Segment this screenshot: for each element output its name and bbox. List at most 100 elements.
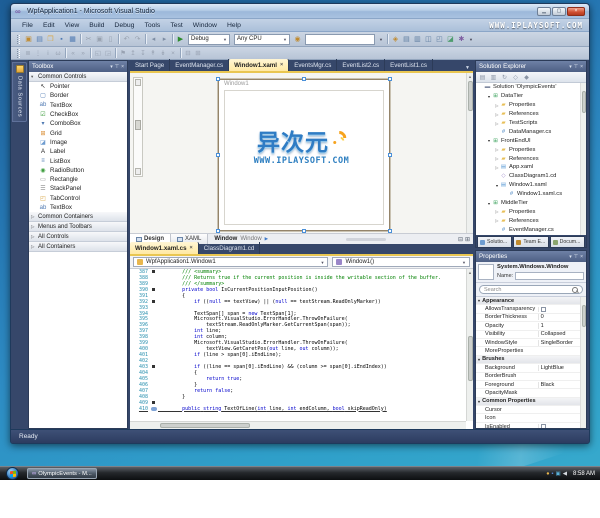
menu-build[interactable]: Build [84,22,109,29]
tab-window1-xaml-cs[interactable]: Window1.xaml.cs × [130,242,199,254]
solution-configuration-combo[interactable]: Debug ▼ [188,33,230,45]
close-tab-icon[interactable]: × [190,245,193,251]
messenger-icon[interactable]: ▪ [552,471,554,477]
save-all-button[interactable]: ▦ [67,34,78,45]
types-dropdown[interactable]: WpfApplication1.Window1 ▼ [133,257,329,267]
show-all-files-button[interactable]: ▥ [489,73,498,82]
navigate-backward-button[interactable]: ◂ [148,34,159,45]
tree-item-frontendui[interactable]: ▾ ⊞ FrontEndUI [476,136,586,145]
tree-scrollbar[interactable] [580,83,586,235]
refresh-button[interactable]: ↻ [500,73,509,82]
toolbox-item-border[interactable]: ▢ Border [29,91,127,100]
navigate-forward-button[interactable]: ▸ [159,34,170,45]
property-category-common-properties[interactable]: ▾ Common Properties [476,397,586,407]
tab-document-outline-tab[interactable]: Docum... [549,236,585,247]
minimize-button[interactable]: ▁ [537,6,551,16]
toolbox-section-all-controls[interactable]: ▷ All Controls [29,232,127,243]
property-category-appearance[interactable]: ▾ Appearance [476,297,586,306]
tree-item-references[interactable]: ▷ ▰ References [476,154,586,163]
toolbox-section-all-containers[interactable]: ▷ All Containers [29,242,127,253]
property-row-background[interactable]: Background LightBlue [476,364,586,373]
selection-handle[interactable] [302,77,306,81]
toolbar-grip[interactable] [17,48,20,58]
taskbar-button-vs[interactable]: ∞ OlympicEvents - M... [27,468,97,479]
tab-eventsmgr-cs[interactable]: EventsMgr.cs [289,59,338,71]
toolbox-item-textbox[interactable]: ab TextBox [29,203,127,212]
toolbox-window-button[interactable]: ◰ [434,34,445,45]
selection-handle[interactable] [302,229,306,233]
data-sources-tab[interactable]: Data Sources [12,62,27,123]
toolbox-item-grid[interactable]: ⊞ Grid [29,128,127,137]
property-row-foreground[interactable]: Foreground Black [476,381,586,390]
close-icon[interactable]: × [121,64,124,70]
property-value[interactable]: 1 [537,322,586,329]
property-value[interactable]: 0 [537,314,586,321]
close-icon[interactable]: × [580,254,583,260]
find-in-files-button[interactable]: ◈ [390,34,401,45]
tree-item-middletier[interactable]: ▾ ⊞ MiddleTier [476,199,586,208]
pin-icon[interactable]: ⊤ [574,64,578,70]
property-value[interactable]: Black [537,381,586,388]
open-file-button[interactable]: ❒ [45,34,56,45]
properties-header[interactable]: Properties ▾ ⊤ × [476,251,586,262]
menu-test[interactable]: Test [165,22,187,29]
next-bookmark-button[interactable]: ↧ [138,48,148,58]
add-new-item-button[interactable]: ▤ [34,34,45,45]
pin-icon[interactable]: ⊤ [115,64,119,70]
toolbox-item-label[interactable]: A Label [29,147,127,156]
tree-item-app-xaml[interactable]: ▷ ▤ App.xaml [476,163,586,172]
tree-item-window1-xaml-cs[interactable]: # Window1.xaml.cs [476,190,586,199]
tree-item-properties[interactable]: ▷ ▰ Properties [476,101,586,110]
view-code-button[interactable]: ◆ [522,73,531,82]
property-row-allowstransparency[interactable]: AllowsTransparency [476,305,586,314]
property-row-icon[interactable]: Icon [476,414,586,423]
cut-button[interactable]: ✂ [83,34,94,45]
toolbox-item-listbox[interactable]: ≡ ListBox [29,156,127,165]
toggle-outlining-button[interactable]: ⊟ [183,48,193,58]
tree-item-solution-olympicevents-[interactable]: ▬ Solution 'OlympicEvents' [476,83,586,92]
tree-item-eventmanager-cs[interactable]: # EventManager.cs [476,225,586,234]
increase-indent-button[interactable]: » [78,48,88,58]
menu-window[interactable]: Window [188,22,222,29]
toolbox-item-checkbox[interactable]: ☑ CheckBox [29,110,127,119]
toolbox-header[interactable]: Toolbox ▾ ⊤ × [29,61,127,72]
next-bookmark-folder-button[interactable]: ↡ [158,48,168,58]
solution-explorer-button[interactable]: ▥ [412,34,423,45]
toolbox-item-rectangle[interactable]: ▭ Rectangle [29,175,127,184]
toolbox-item-textbox[interactable]: ab TextBox [29,101,127,110]
comment-selection-button[interactable]: ◱ [93,48,103,58]
property-row-cursor[interactable]: Cursor [476,406,586,415]
network-icon[interactable]: ▣ [556,471,561,477]
close-tab-icon[interactable]: × [280,62,283,68]
word-completion-button[interactable]: ω [53,48,63,58]
copy-button[interactable]: ▣ [94,34,105,45]
start-page-button[interactable]: ◪ [445,34,456,45]
code-vertical-scrollbar[interactable]: ▲ [466,269,473,421]
zoom-percent-button[interactable] [135,168,141,175]
menu-edit[interactable]: Edit [38,22,60,29]
volume-icon[interactable]: ◀ [563,471,567,477]
tab-eventmanager-cs[interactable]: EventManager.cs [170,59,230,71]
property-value[interactable] [537,424,586,428]
property-row-visibility[interactable]: Visibility Collapsed [476,331,586,339]
tab-team-explorer-tab[interactable]: Team E... [513,236,549,247]
menu-view[interactable]: View [60,22,85,29]
tab-solution-explorer-tab[interactable]: Solutio... [477,236,513,247]
toolbox-item-stackpanel[interactable]: ☰ StackPanel [29,184,127,193]
code-line[interactable]: 410 public string TextOfLine(int line, i… [130,406,466,412]
save-button[interactable]: ▪ [56,34,67,45]
property-value[interactable] [537,306,586,312]
tree-item-testscripts[interactable]: ▷ ▰ TestScripts [476,119,586,128]
window-position-icon[interactable]: ▾ [569,254,572,260]
tab-eventlist1-cs[interactable]: EventList1.cs [385,59,433,71]
selection-handle[interactable] [216,153,220,157]
paste-button[interactable]: ▯ [105,34,116,45]
properties-button[interactable]: ▤ [478,73,487,82]
tree-item-properties[interactable]: ▷ ▰ Properties [476,207,586,216]
tree-item-datamanager-cs[interactable]: # DataManager.cs [476,127,586,136]
toolbox-item-image[interactable]: ◪ Image [29,138,127,147]
window-position-icon[interactable]: ▾ [110,64,113,70]
toolbar-overflow-icon[interactable]: ▼ [467,37,475,42]
checkbox[interactable] [540,424,546,428]
designer-zoom-slider[interactable] [133,77,143,177]
